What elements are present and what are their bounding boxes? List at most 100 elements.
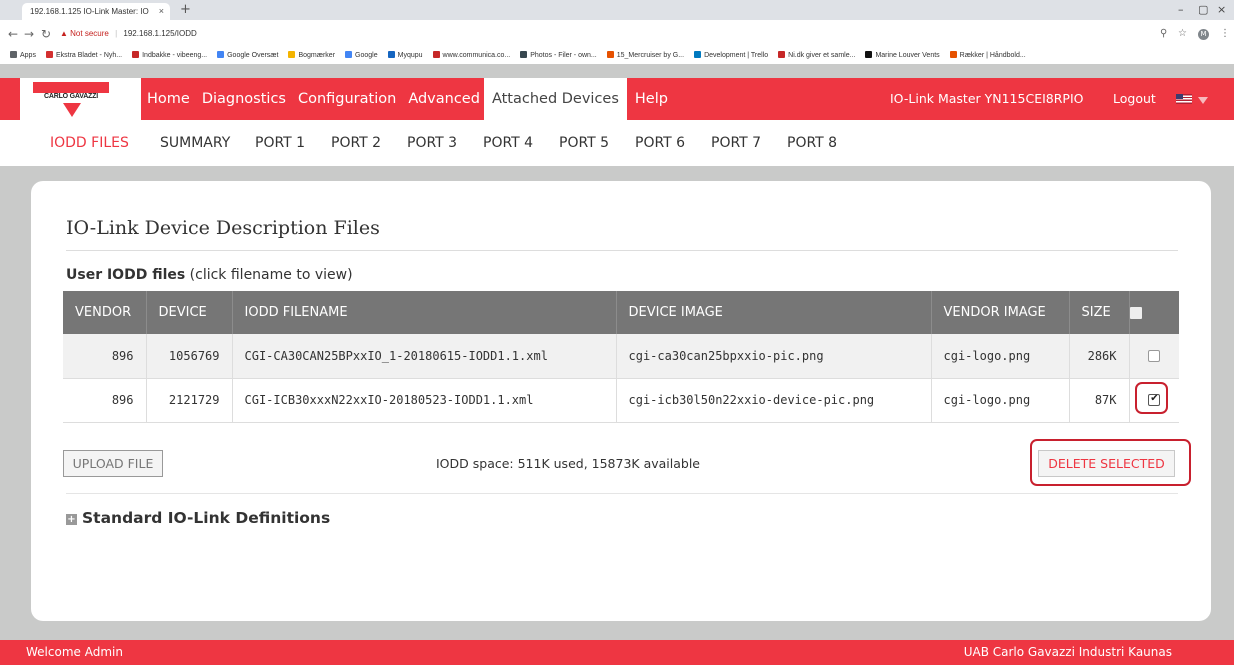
bookmark-item[interactable]: Ni.dk giver et samle... [778,48,855,64]
sub-nav: IODD FILES SUMMARY PORT 1 PORT 2 PORT 3 … [0,120,1234,166]
bookmark-item[interactable]: Rækker | Håndbold... [949,48,1026,64]
delete-button-highlight [1030,439,1191,486]
nav-help[interactable]: Help [627,78,672,120]
carlo-gavazzi-logo[interactable]: CARLO GAVAZZI [20,78,141,120]
row-select-checkbox[interactable] [1148,349,1161,362]
table-header-row: VENDOR DEVICE IODD FILENAME DEVICE IMAGE… [63,291,1179,334]
col-device-image: DEVICE IMAGE [616,291,932,334]
cell-vendor-image: cgi-logo.png [931,334,1070,379]
tab-port-4[interactable]: PORT 4 [483,120,533,166]
upload-file-button[interactable]: UPLOAD FILE [63,450,163,477]
bookmark-label: Bogmærker [298,52,336,59]
device-name: IO-Link Master YN115CEI8RPIO [890,91,1084,106]
bookmark-item[interactable]: Photos - Filer - own... [520,48,597,64]
close-window-icon[interactable]: × [1217,2,1226,18]
nav-configuration[interactable]: Configuration [290,78,400,120]
bookmark-item[interactable]: Google [345,48,378,64]
zoom-icon[interactable]: ⚲ [1160,20,1167,48]
iodd-filename-link[interactable]: CGI-CA30CAN25BPxxIO_1-20180615-IODD1.1.x… [232,334,617,379]
bookmark-favicon-icon [520,51,528,58]
bookmark-favicon-icon [694,51,702,58]
col-size: SIZE [1069,291,1130,334]
cell-vendor: 896 [63,334,147,379]
profile-avatar[interactable]: M [1198,29,1209,40]
logo-bar-shape [33,82,109,93]
bookmark-label: Ekstra Bladet - Nyh... [55,52,123,59]
standard-definitions-toggle[interactable]: + Standard IO-Link Definitions [66,509,330,527]
bookmark-label: 15_Mercruiser by G... [616,52,685,59]
bookmark-star-icon[interactable]: ☆ [1178,20,1187,48]
bookmark-item[interactable]: Marine Louver Vents [865,48,940,64]
bookmark-item[interactable]: Ekstra Bladet - Nyh... [45,48,123,64]
bookmark-label: Marine Louver Vents [875,52,940,59]
bookmark-item[interactable]: Myqupu [387,48,423,64]
welcome-text: Welcome Admin [26,645,123,659]
col-vendor-image: VENDOR IMAGE [931,291,1070,334]
col-device: DEVICE [146,291,233,334]
bookmark-label: Apps [20,52,36,59]
bookmark-item[interactable]: 15_Mercruiser by G... [606,48,685,64]
table-row: 896 1056769 CGI-CA30CAN25BPxxIO_1-201806… [63,334,1179,379]
us-flag-icon[interactable] [1176,94,1192,104]
browser-menu-icon[interactable]: ⋮ [1220,20,1230,48]
cell-select [1129,334,1179,379]
language-dropdown-icon[interactable] [1198,97,1208,104]
iodd-space-info: IODD space: 511K used, 15873K available [436,456,700,471]
iodd-filename-link[interactable]: CGI-ICB30xxxN22xxIO-20180523-IODD1.1.xml [232,378,617,423]
user-iodd-heading-bold: User IODD files [66,267,186,283]
url-field[interactable]: ▲ Not secure | 192.168.1.125/IODD [60,20,197,48]
bookmark-favicon-icon [217,51,225,58]
cell-vendor-image: cgi-logo.png [931,378,1070,423]
footer: Welcome Admin UAB Carlo Gavazzi Industri… [0,640,1234,665]
maximize-icon[interactable]: ▢ [1198,2,1208,18]
browser-tab[interactable]: 192.168.1.125 IO-Link Master: IO × [22,3,170,20]
bookmark-item[interactable]: Development | Trello [694,48,768,64]
tab-port-1[interactable]: PORT 1 [255,120,305,166]
back-icon[interactable]: ← [8,20,18,48]
reload-icon[interactable]: ↻ [41,20,51,48]
nav-diagnostics[interactable]: Diagnostics [194,78,290,120]
bookmark-item[interactable]: Apps [10,48,36,64]
nav-home[interactable]: Home [141,78,194,120]
logout-link[interactable]: Logout [1113,78,1156,120]
bookmark-item[interactable]: Bogmærker [288,48,335,64]
bookmark-favicon-icon [288,51,296,58]
nav-attached-devices[interactable]: Attached Devices [483,78,627,120]
minimize-icon[interactable]: – [1178,2,1184,18]
bookmark-item[interactable]: Indbakke - vibeeng... [132,48,207,64]
bookmark-label: Google Oversæt [227,52,279,59]
app-header: CARLO GAVAZZI Home Diagnostics Configura… [0,78,1234,120]
user-iodd-heading: User IODD files (click filename to view) [66,267,353,283]
url-text: 192.168.1.125/IODD [123,29,197,38]
cell-size: 286K [1069,334,1130,379]
bookmark-label: Myqupu [397,52,423,59]
tab-summary[interactable]: SUMMARY [160,120,230,166]
tab-port-6[interactable]: PORT 6 [635,120,685,166]
select-all-checkbox[interactable] [1129,306,1142,319]
tab-port-5[interactable]: PORT 5 [559,120,609,166]
tab-iodd-files[interactable]: IODD FILES [50,120,129,166]
standard-definitions-label: Standard IO-Link Definitions [82,509,331,527]
table-row: 896 2121729 CGI-ICB30xxxN22xxIO-20180523… [63,378,1179,423]
tab-port-2[interactable]: PORT 2 [331,120,381,166]
bookmark-label: Ni.dk giver et samle... [788,52,856,59]
bookmark-item[interactable]: Google Oversæt [217,48,278,64]
tab-port-7[interactable]: PORT 7 [711,120,761,166]
bookmark-favicon-icon [387,51,395,58]
main-nav: Home Diagnostics Configuration Advanced … [141,78,672,120]
logo-triangle-shape [63,103,81,117]
page-title: IO-Link Device Description Files [66,217,380,239]
forward-icon[interactable]: → [24,20,34,48]
nav-advanced[interactable]: Advanced [400,78,484,120]
new-tab-button[interactable]: + [180,2,191,18]
cell-size: 87K [1069,378,1130,423]
bookmark-item[interactable]: www.communica.co... [432,48,510,64]
tab-port-8[interactable]: PORT 8 [787,120,837,166]
logo-text: CARLO GAVAZZI [44,93,98,100]
cell-device-image: cgi-ca30can25bpxxio-pic.png [616,334,932,379]
close-tab-icon[interactable]: × [159,3,164,20]
tab-port-3[interactable]: PORT 3 [407,120,457,166]
cell-device: 2121729 [146,378,233,423]
bookmark-favicon-icon [345,51,353,58]
cell-vendor: 896 [63,378,147,423]
